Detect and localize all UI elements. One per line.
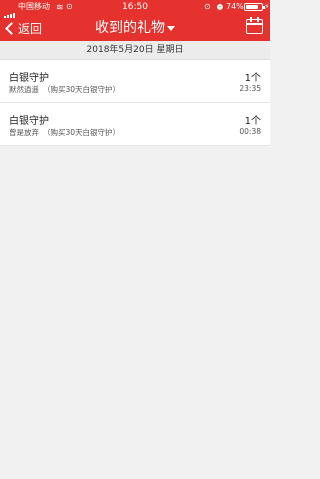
gift-list: 白银守护 默然逍遥 （购买30天白银守护） 1个 23:35 白银守护 曾是放弃 （… (0, 60, 270, 146)
page-title-dropdown[interactable]: 收到的礼物 (0, 18, 270, 38)
list-item[interactable]: 白银守护 默然逍遥 （购买30天白银守护） 1个 23:35 (0, 60, 270, 103)
navigation-bar: 返回 收到的礼物 (0, 14, 270, 41)
gift-quantity: 1个 (244, 73, 261, 84)
caret-down-icon (167, 25, 175, 31)
gift-note: （购买30天白银守护） (43, 85, 121, 94)
gift-description: 默然逍遥 （购买30天白银守护） (9, 84, 120, 95)
gift-time: 00:38 (239, 127, 261, 136)
charging-icon: ⚡ (264, 2, 270, 11)
calendar-button[interactable] (246, 17, 263, 35)
battery-percent: 74% (226, 2, 244, 11)
calendar-icon (246, 19, 263, 34)
gift-time: 23:35 (239, 84, 261, 93)
app-header: 中国移动 ≋ ⊙ 16:50 ⊙ ⏰ 74% ⚡ 返回 收到的礼物 (0, 0, 270, 41)
alarm-icon: ⏰ (215, 2, 225, 11)
status-bar: 中国移动 ≋ ⊙ 16:50 ⊙ ⏰ 74% ⚡ (0, 0, 270, 18)
gift-description: 曾是放弃 （购买30天白银守护） (9, 127, 120, 138)
gift-sender: 曾是放弃 (9, 128, 39, 137)
date-header: 2018年5月20日 星期日 (0, 41, 270, 60)
gift-quantity: 1个 (244, 116, 261, 127)
battery-icon (244, 3, 265, 11)
gift-sender: 默然逍遥 (9, 85, 39, 94)
list-item[interactable]: 白银守护 曾是放弃 （购买30天白银守护） 1个 00:38 (0, 103, 270, 146)
gift-note: （购买30天白银守护） (43, 128, 121, 137)
page-title: 收到的礼物 (95, 20, 165, 36)
lock-icon: ⊙ (204, 2, 211, 11)
gift-name: 白银守护 (9, 116, 49, 127)
gift-name: 白银守护 (9, 73, 49, 84)
